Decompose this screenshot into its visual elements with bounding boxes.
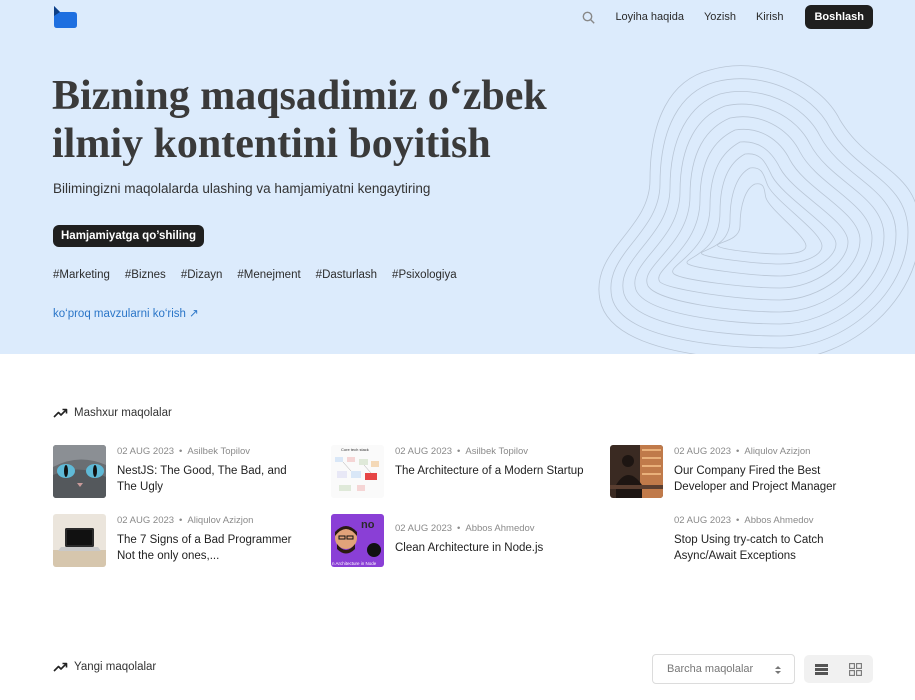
article-card[interactable]: no n Architecture in Node 02 AUG 2023 • Ab… xyxy=(331,514,581,568)
hero-title-line1: Bizning maqsadimiz o‘zbek xyxy=(52,73,547,119)
article-title[interactable]: Clean Architecture in Node.js xyxy=(395,540,585,556)
view-toggle xyxy=(804,655,873,683)
article-thumbnail-cat xyxy=(53,445,106,498)
article-date: 02 AUG 2023 xyxy=(117,515,175,526)
hero-title: Bizning maqsadimiz o‘zbek ilmiy kontenti… xyxy=(52,72,612,168)
tag-business[interactable]: #Biznes xyxy=(125,269,166,281)
article-meta: 02 AUG 2023 • Asilbek Topilov xyxy=(117,446,251,457)
start-button[interactable]: Boshlash xyxy=(805,5,873,29)
search-icon xyxy=(582,11,595,24)
article-card[interactable]: 02 AUG 2023 • Aliqulov Azizjon The 7 Signs… xyxy=(53,514,303,568)
hero-subtitle: Bilimingizni maqolalarda ulashing va ham… xyxy=(53,181,431,196)
topic-tags: #Marketing #Biznes #Dizayn #Menejment #D… xyxy=(53,269,472,281)
article-date: 02 AUG 2023 xyxy=(395,523,453,534)
article-thumbnail-node: no n Architecture in Node xyxy=(331,514,384,567)
trending-icon xyxy=(53,662,68,672)
hero-title-line2: ilmiy kontentini boyitish xyxy=(52,121,491,167)
nav-write-link[interactable]: Yozish xyxy=(704,11,736,23)
article-meta: 02 AUG 2023 • Aliqulov Azizjon xyxy=(674,446,811,457)
article-thumbnail-laptop xyxy=(53,514,106,567)
search-button[interactable] xyxy=(579,8,597,26)
node-banner-text: n Architecture in Node xyxy=(332,561,377,566)
article-title[interactable]: Our Company Fired the Best Developer and… xyxy=(674,463,864,495)
recent-heading-label: Yangi maqolalar xyxy=(74,661,157,673)
article-title[interactable]: Stop Using try-catch to Catch Async/Awai… xyxy=(674,532,864,564)
article-meta: 02 AUG 2023 • Asilbek Topilov xyxy=(395,446,529,457)
grid-view-icon[interactable] xyxy=(849,662,863,676)
article-author[interactable]: Asilbek Topilov xyxy=(465,446,528,457)
article-author[interactable]: Aliqulov Azizjon xyxy=(744,446,810,457)
hero-section: Loyiha haqida Yozish Kirish Boshlash Biz… xyxy=(0,0,915,354)
nav-login-link[interactable]: Kirish xyxy=(756,11,784,23)
articles-filter-select[interactable]: Barcha maqolalar xyxy=(652,654,795,684)
article-date: 02 AUG 2023 xyxy=(395,446,453,457)
tag-programming[interactable]: #Dasturlash xyxy=(316,269,377,281)
article-author[interactable]: Asilbek Topilov xyxy=(187,446,250,457)
article-author[interactable]: Abbos Ahmedov xyxy=(465,523,534,534)
article-author[interactable]: Aliqulov Azizjon xyxy=(187,515,253,526)
topographic-pattern xyxy=(598,65,915,354)
article-meta: 02 AUG 2023 • Abbos Ahmedov xyxy=(674,515,814,526)
join-community-button[interactable]: Hamjamiyatga qo’shiling xyxy=(53,225,205,247)
tag-psychology[interactable]: #Psixologiya xyxy=(392,269,457,281)
article-meta: 02 AUG 2023 • Abbos Ahmedov xyxy=(395,523,535,534)
article-author[interactable]: Abbos Ahmedov xyxy=(744,515,813,526)
trending-icon xyxy=(53,408,68,418)
logo-icon[interactable] xyxy=(52,6,78,28)
article-thumbnail-office xyxy=(610,445,663,498)
article-card[interactable]: 02 AUG 2023 • Aliqulov Azizjon Our Company… xyxy=(610,445,860,499)
popular-heading: Mashxur maqolalar xyxy=(53,407,172,419)
article-date: 02 AUG 2023 xyxy=(674,515,732,526)
list-view-icon[interactable] xyxy=(814,663,828,675)
recent-heading: Yangi maqolalar xyxy=(53,661,156,673)
more-topics-link[interactable]: ko‘proq mavzularni ko‘rish ↗ xyxy=(53,306,199,320)
node-logo-text: no xyxy=(361,519,375,531)
article-title[interactable]: The 7 Signs of a Bad Programmer Not the … xyxy=(117,532,307,564)
nav-about-link[interactable]: Loyiha haqida xyxy=(615,11,684,23)
article-title[interactable]: The Architecture of a Modern Startup xyxy=(395,463,585,479)
article-thumbnail-diagram: Core tech stack xyxy=(331,445,384,498)
filter-value: Barcha maqolalar xyxy=(667,663,754,675)
tag-marketing[interactable]: #Marketing xyxy=(53,269,110,281)
top-nav: Loyiha haqida Yozish Kirish Boshlash xyxy=(579,5,873,29)
popular-heading-label: Mashxur maqolalar xyxy=(74,407,172,419)
article-card[interactable]: Core tech stack 02 AUG 2023 • Asilbek Topi… xyxy=(331,445,584,499)
article-date: 02 AUG 2023 xyxy=(117,446,175,457)
article-card[interactable]: 02 AUG 2023 • Asilbek Topilov NestJS: The … xyxy=(53,445,303,499)
article-date: 02 AUG 2023 xyxy=(674,446,732,457)
sort-arrows-icon xyxy=(775,666,781,674)
diagram-label: Core tech stack xyxy=(341,447,369,452)
tag-design[interactable]: #Dizayn xyxy=(181,269,223,281)
article-title[interactable]: NestJS: The Good, The Bad, and The Ugly xyxy=(117,463,307,495)
article-card[interactable]: 02 AUG 2023 • Abbos Ahmedov Stop Using try… xyxy=(610,514,860,568)
article-meta: 02 AUG 2023 • Aliqulov Azizjon xyxy=(117,515,254,526)
tag-management[interactable]: #Menejment xyxy=(237,269,300,281)
